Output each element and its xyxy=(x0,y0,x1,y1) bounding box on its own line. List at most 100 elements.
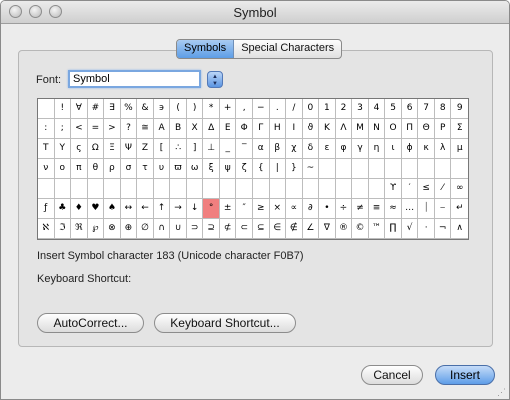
symbol-cell[interactable]: φ xyxy=(335,139,353,159)
symbol-cell[interactable]: Ρ xyxy=(434,119,452,139)
symbol-cell[interactable]: ↵ xyxy=(451,199,468,219)
symbol-cell[interactable] xyxy=(368,179,386,199)
symbol-cell[interactable]: ∧ xyxy=(451,219,468,239)
symbol-cell[interactable]: α xyxy=(253,139,270,159)
symbol-cell[interactable]: Ξ xyxy=(104,139,121,159)
symbol-cell[interactable]: Γ xyxy=(253,119,270,139)
symbol-cell[interactable]: } xyxy=(286,159,303,179)
symbol-cell[interactable] xyxy=(385,159,402,179)
symbol-cell[interactable]: = xyxy=(87,119,105,139)
symbol-cell[interactable]: ε xyxy=(319,139,336,159)
symbol-cell[interactable]: Ε xyxy=(219,119,237,139)
symbol-cell[interactable]: ♦ xyxy=(71,199,88,219)
symbol-cell[interactable]: ″ xyxy=(236,199,253,219)
symbol-cell[interactable]: − xyxy=(253,99,270,119)
symbol-cell[interactable] xyxy=(269,179,287,199)
symbol-cell[interactable]: Ο xyxy=(385,119,402,139)
symbol-cell[interactable] xyxy=(319,159,336,179)
symbol-cell[interactable]: ∝ xyxy=(286,199,303,219)
symbol-cell[interactable]: 9 xyxy=(451,99,468,119)
symbol-cell[interactable]: Η xyxy=(269,119,287,139)
symbol-cell[interactable] xyxy=(203,179,220,199)
symbol-cell[interactable]: Υ xyxy=(54,139,72,159)
symbol-cell[interactable]: ⊄ xyxy=(219,219,237,239)
symbol-cell[interactable]: σ xyxy=(120,159,138,179)
symbol-cell[interactable] xyxy=(368,159,386,179)
symbol-cell[interactable]: ∅ xyxy=(137,219,154,239)
symbol-cell[interactable] xyxy=(434,159,452,179)
symbol-cell[interactable]: ♥ xyxy=(87,199,105,219)
symbol-cell[interactable]: # xyxy=(87,99,105,119)
symbol-cell[interactable]: ϑ xyxy=(302,119,320,139)
symbol-cell[interactable]: . xyxy=(269,99,287,119)
symbol-cell[interactable]: ° xyxy=(203,199,220,219)
symbol-cell[interactable]: 8 xyxy=(434,99,452,119)
symbol-cell[interactable]: ; xyxy=(54,119,72,139)
symbol-cell[interactable]: / xyxy=(286,99,303,119)
symbol-cell[interactable]: ™ xyxy=(368,219,386,239)
symbol-cell[interactable]: ι xyxy=(385,139,402,159)
symbol-cell[interactable]: ≅ xyxy=(137,119,154,139)
symbol-cell[interactable]: ± xyxy=(219,199,237,219)
symbol-cell[interactable]: ∂ xyxy=(302,199,320,219)
symbol-cell[interactable] xyxy=(319,179,336,199)
symbol-cell[interactable]: ≤ xyxy=(418,179,435,199)
symbol-cell[interactable]: Σ xyxy=(451,119,468,139)
symbol-cell[interactable] xyxy=(186,179,204,199)
symbol-cell[interactable]: ∏ xyxy=(385,219,402,239)
symbol-cell[interactable]: Θ xyxy=(418,119,435,139)
symbol-cell[interactable]: ′ xyxy=(401,179,419,199)
resize-grip-icon[interactable]: ⋰ xyxy=(497,387,507,397)
symbol-cell[interactable]: √ xyxy=(401,219,419,239)
symbol-cell[interactable]: Α xyxy=(153,119,171,139)
symbol-cell[interactable]: ⊆ xyxy=(253,219,270,239)
symbol-cell[interactable]: ‾ xyxy=(236,139,253,159)
symbol-cell[interactable]: | xyxy=(269,159,287,179)
symbol-cell[interactable]: ♣ xyxy=(54,199,72,219)
symbol-cell[interactable]: Λ xyxy=(335,119,353,139)
symbol-cell[interactable]: © xyxy=(352,219,369,239)
symbol-cell[interactable] xyxy=(38,99,55,119)
symbol-cell[interactable]: Κ xyxy=(319,119,336,139)
symbol-cell[interactable]: Ν xyxy=(368,119,386,139)
symbol-cell[interactable]: ∉ xyxy=(286,219,303,239)
symbol-cell[interactable]: ¬ xyxy=(434,219,452,239)
symbol-cell[interactable]: ρ xyxy=(104,159,121,179)
symbol-cell[interactable]: ζ xyxy=(236,159,253,179)
symbol-cell[interactable]: ! xyxy=(54,99,72,119)
symbol-cell[interactable] xyxy=(170,179,187,199)
symbol-cell[interactable]: ω xyxy=(186,159,204,179)
symbol-cell[interactable]: ~ xyxy=(302,159,320,179)
symbol-cell[interactable] xyxy=(451,159,468,179)
symbol-cell[interactable]: κ xyxy=(418,139,435,159)
title-bar[interactable]: Symbol xyxy=(1,1,509,24)
symbol-cell[interactable]: ≥ xyxy=(253,199,270,219)
symbol-cell[interactable]: [ xyxy=(153,139,171,159)
symbol-cell[interactable]: η xyxy=(368,139,386,159)
symbol-cell[interactable]: ⏐ xyxy=(418,199,435,219)
symbol-cell[interactable]: ⋅ xyxy=(418,219,435,239)
symbol-cell[interactable]: % xyxy=(120,99,138,119)
symbol-cell[interactable] xyxy=(104,179,121,199)
symbol-cell[interactable]: ( xyxy=(170,99,187,119)
symbol-cell[interactable]: ⊃ xyxy=(186,219,204,239)
symbol-cell[interactable]: < xyxy=(71,119,88,139)
symbol-cell[interactable]: ∴ xyxy=(170,139,187,159)
symbol-cell[interactable]: ÷ xyxy=(335,199,353,219)
symbol-cell[interactable]: 2 xyxy=(335,99,353,119)
symbol-cell[interactable]: : xyxy=(38,119,55,139)
symbol-cell[interactable]: ↓ xyxy=(186,199,204,219)
symbol-cell[interactable]: , xyxy=(236,99,253,119)
symbol-cell[interactable] xyxy=(302,179,320,199)
symbol-cell[interactable]: ν xyxy=(38,159,55,179)
symbol-cell[interactable]: ⁄ xyxy=(434,179,452,199)
keyboard-shortcut-button[interactable]: Keyboard Shortcut... xyxy=(154,313,296,333)
symbol-cell[interactable]: 0 xyxy=(302,99,320,119)
symbol-cell[interactable]: ϕ xyxy=(401,139,419,159)
symbol-cell[interactable]: 3 xyxy=(352,99,369,119)
symbol-cell[interactable]: ο xyxy=(54,159,72,179)
symbol-cell[interactable]: Μ xyxy=(352,119,369,139)
symbol-cell[interactable]: ] xyxy=(186,139,204,159)
symbol-cell[interactable]: ⎯ xyxy=(434,199,452,219)
symbol-cell[interactable] xyxy=(71,179,88,199)
